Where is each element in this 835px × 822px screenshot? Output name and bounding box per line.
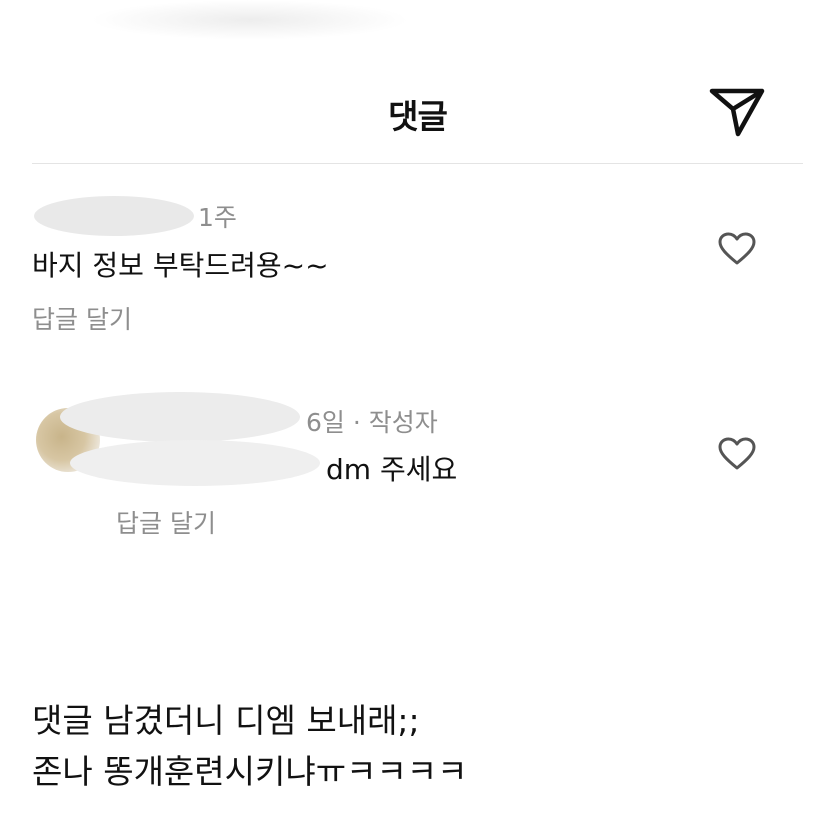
redacted-username	[34, 196, 194, 236]
paper-plane-icon[interactable]	[708, 84, 766, 138]
caption-line-2: 존나 똥개훈련시키냐ㅠㅋㅋㅋㅋ	[32, 752, 468, 791]
header-divider	[32, 163, 803, 164]
comment-text: dm 주세요	[326, 453, 458, 486]
comment-time: 1주	[198, 203, 237, 232]
comment-time-author: 6일 · 작성자	[306, 408, 438, 437]
caption-line-1: 댓글 남겼더니 디엠 보내래;;	[32, 701, 420, 740]
reply-button[interactable]: 답글 달기	[116, 504, 216, 540]
heart-outline-icon[interactable]	[718, 437, 756, 471]
comment-text: 바지 정보 부탁드려용~~	[32, 249, 329, 282]
heart-outline-icon[interactable]	[718, 232, 756, 266]
redacted-username	[60, 392, 300, 442]
reply-button[interactable]: 답글 달기	[32, 300, 132, 336]
redacted-username	[70, 440, 320, 486]
blurred-top-area	[90, 0, 410, 40]
